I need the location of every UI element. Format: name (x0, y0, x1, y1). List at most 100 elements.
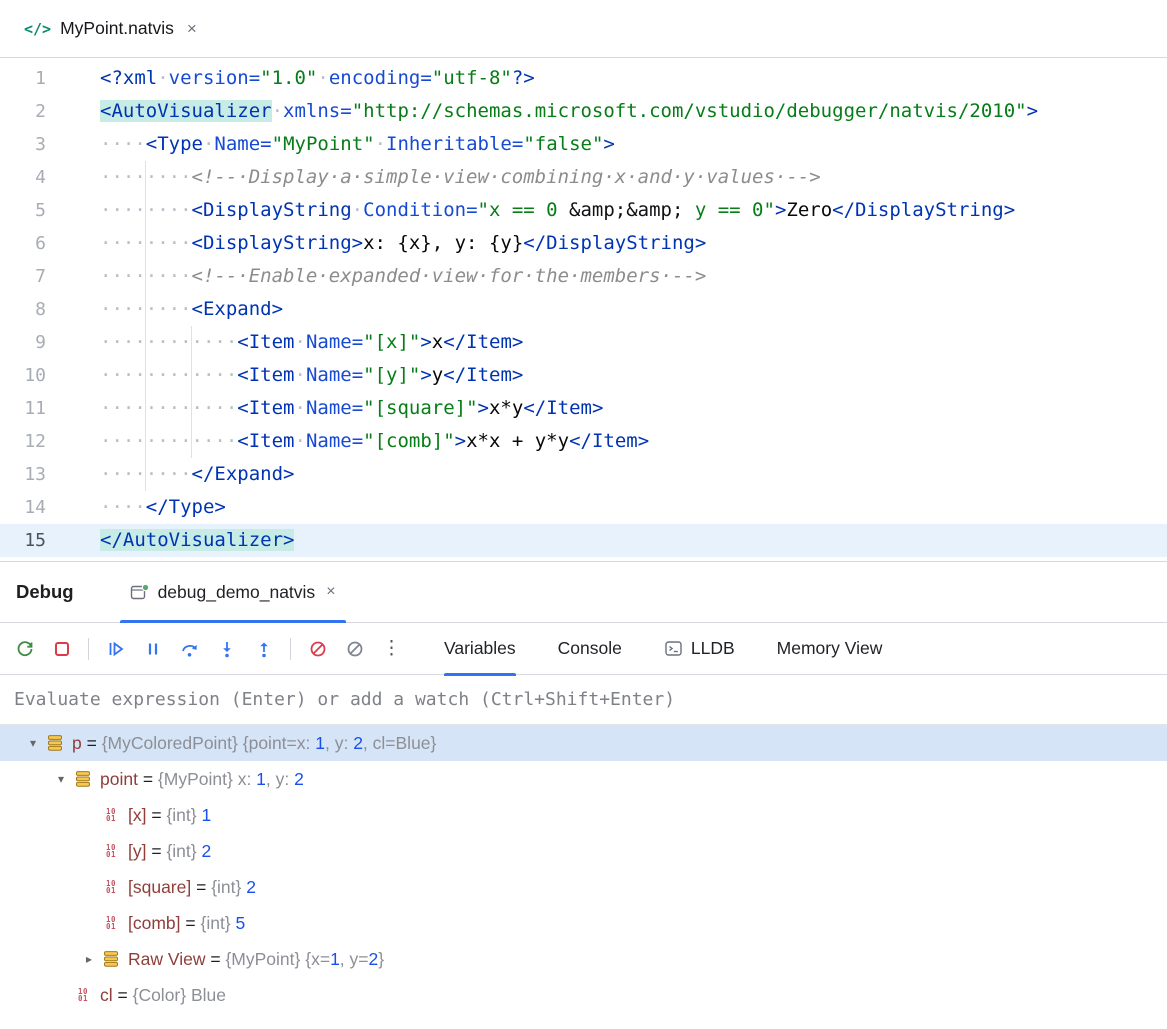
close-session-icon[interactable]: × (326, 583, 335, 601)
line-number: 3 (0, 128, 46, 161)
line-number: 10 (0, 359, 46, 392)
code-line-6[interactable]: 6········<DisplayString>x: {x}, y: {y}</… (0, 227, 1167, 260)
debug-session-tab-label: debug_demo_natvis (158, 582, 316, 603)
primitive-value-icon: 1001 (102, 808, 128, 823)
tab-lldb[interactable]: LLDB (664, 623, 735, 675)
more-actions-icon[interactable]: ⋮ (381, 638, 402, 659)
pause-icon[interactable] (142, 638, 163, 659)
xml-file-icon: </> (24, 20, 51, 38)
variable-value: , cl=Blue} (363, 733, 436, 754)
code-line-4[interactable]: 4········<!--·Display·a·simple·view·comb… (0, 161, 1167, 194)
variable-type: {MyPoint} (158, 769, 238, 790)
mute-breakpoints-icon[interactable] (307, 638, 328, 659)
variable-row-comb[interactable]: 1001[comb] = {int} 5 (0, 905, 1167, 941)
evaluate-placeholder: Evaluate expression (Enter) or add a wat… (14, 689, 675, 710)
step-out-icon[interactable] (253, 638, 274, 659)
step-over-icon[interactable] (179, 638, 200, 659)
stop-icon[interactable] (51, 638, 72, 659)
equals-sign: = (146, 805, 166, 826)
tab-variables[interactable]: Variables (444, 623, 516, 675)
variable-row-y[interactable]: 1001[y] = {int} 2 (0, 833, 1167, 869)
line-number: 2 (0, 95, 46, 128)
code-line-3[interactable]: 3····<Type·Name="MyPoint"·Inheritable="f… (0, 128, 1167, 161)
tab-label: Memory View (777, 638, 883, 659)
code-line-8[interactable]: 8········<Expand> (0, 293, 1167, 326)
ide-window: </> MyPoint.natvis × 1<?xml·version="1.0… (0, 0, 1167, 1013)
line-number: 5 (0, 194, 46, 227)
line-number: 12 (0, 425, 46, 458)
equals-sign: = (82, 733, 102, 754)
variable-number-value: 5 (236, 913, 246, 934)
tab-label: Variables (444, 638, 516, 659)
variable-number-value: 1 (201, 805, 211, 826)
variable-value: x: (238, 769, 256, 790)
rerun-debug-icon[interactable] (14, 638, 35, 659)
expand-chevron-icon[interactable]: ▾ (20, 736, 46, 750)
line-number: 1 (0, 62, 46, 95)
variables-tree: ▾p = {MyColoredPoint} {point=x: 1, y: 2,… (0, 725, 1167, 1013)
editor-code[interactable]: 1<?xml·version="1.0"·encoding="utf-8"?>2… (0, 58, 1167, 561)
tab-label: Console (558, 638, 622, 659)
variable-name: p (72, 733, 82, 754)
step-into-icon[interactable] (216, 638, 237, 659)
debug-view-tabs: Variables Console LLDB Memory View (444, 623, 882, 675)
variable-type: {int} (200, 913, 235, 934)
hide-watches-icon[interactable] (344, 638, 365, 659)
variable-number-value: 1 (256, 769, 266, 790)
code-line-7[interactable]: 7········<!--·Enable·expanded·view·for·t… (0, 260, 1167, 293)
expand-chevron-icon[interactable]: ▾ (48, 772, 74, 786)
variable-value: , y: (325, 733, 353, 754)
variable-value: , y: (266, 769, 294, 790)
code-line-13[interactable]: 13········</Expand> (0, 458, 1167, 491)
tab-console[interactable]: Console (558, 623, 622, 675)
line-number: 11 (0, 392, 46, 425)
editor-tab-mypoint-natvis[interactable]: </> MyPoint.natvis × (14, 0, 207, 57)
variable-number-value: 2 (201, 841, 211, 862)
code-line-11[interactable]: 11············<Item·Name="[square]">x*y<… (0, 392, 1167, 425)
debug-session-tab[interactable]: debug_demo_natvis × (120, 562, 346, 622)
variable-type: {int} (211, 877, 246, 898)
primitive-value-icon: 1001 (102, 880, 128, 895)
code-line-10[interactable]: 10············<Item·Name="[y]">y</Item> (0, 359, 1167, 392)
code-line-5[interactable]: 5········<DisplayString·Condition="x == … (0, 194, 1167, 227)
code-line-1[interactable]: 1<?xml·version="1.0"·encoding="utf-8"?> (0, 62, 1167, 95)
equals-sign: = (113, 985, 133, 1006)
variable-row-p[interactable]: ▾p = {MyColoredPoint} {point=x: 1, y: 2,… (0, 725, 1167, 761)
object-stack-icon (46, 734, 72, 752)
tab-memory-view[interactable]: Memory View (777, 623, 883, 675)
variable-name: [x] (128, 805, 146, 826)
primitive-value-icon: 1001 (74, 988, 100, 1003)
variable-number-value: 2 (294, 769, 304, 790)
variable-name: Raw View (128, 949, 206, 970)
editor-tab-bar: </> MyPoint.natvis × (0, 0, 1167, 58)
variable-row-raw-view[interactable]: ▸Raw View = {MyPoint} {x=1, y=2} (0, 941, 1167, 977)
object-stack-icon (74, 770, 100, 788)
variable-row-cl[interactable]: 1001cl = {Color} Blue (0, 977, 1167, 1013)
editor-tab-title: MyPoint.natvis (60, 18, 174, 39)
variable-value: {x= (305, 949, 330, 970)
code-line-12[interactable]: 12············<Item·Name="[comb]">x*x + … (0, 425, 1167, 458)
code-line-14[interactable]: 14····</Type> (0, 491, 1167, 524)
variable-name: cl (100, 985, 113, 1006)
code-line-2[interactable]: 2<AutoVisualizer·xmlns="http://schemas.m… (0, 95, 1167, 128)
variable-row-x[interactable]: 1001[x] = {int} 1 (0, 797, 1167, 833)
expand-chevron-icon[interactable]: ▸ (76, 952, 102, 966)
code-line-9[interactable]: 9············<Item·Name="[x]">x</Item> (0, 326, 1167, 359)
toolbar-separator (88, 638, 89, 660)
resume-icon[interactable] (105, 638, 126, 659)
variable-number-value: 1 (315, 733, 325, 754)
evaluate-expression-input[interactable]: Evaluate expression (Enter) or add a wat… (0, 675, 1167, 725)
variable-number-value: 2 (246, 877, 256, 898)
line-number: 14 (0, 491, 46, 524)
variable-row-square[interactable]: 1001[square] = {int} 2 (0, 869, 1167, 905)
variable-type: {Color} (133, 985, 191, 1006)
variable-value: , y= (340, 949, 369, 970)
variable-type: {MyColoredPoint} (102, 733, 243, 754)
code-line-15[interactable]: 15</AutoVisualizer> (0, 524, 1167, 557)
line-number: 8 (0, 293, 46, 326)
equals-sign: = (206, 949, 226, 970)
equals-sign: = (181, 913, 201, 934)
variable-row-point[interactable]: ▾point = {MyPoint} x: 1, y: 2 (0, 761, 1167, 797)
variable-value: Blue (191, 985, 226, 1006)
close-tab-icon[interactable]: × (187, 19, 197, 39)
